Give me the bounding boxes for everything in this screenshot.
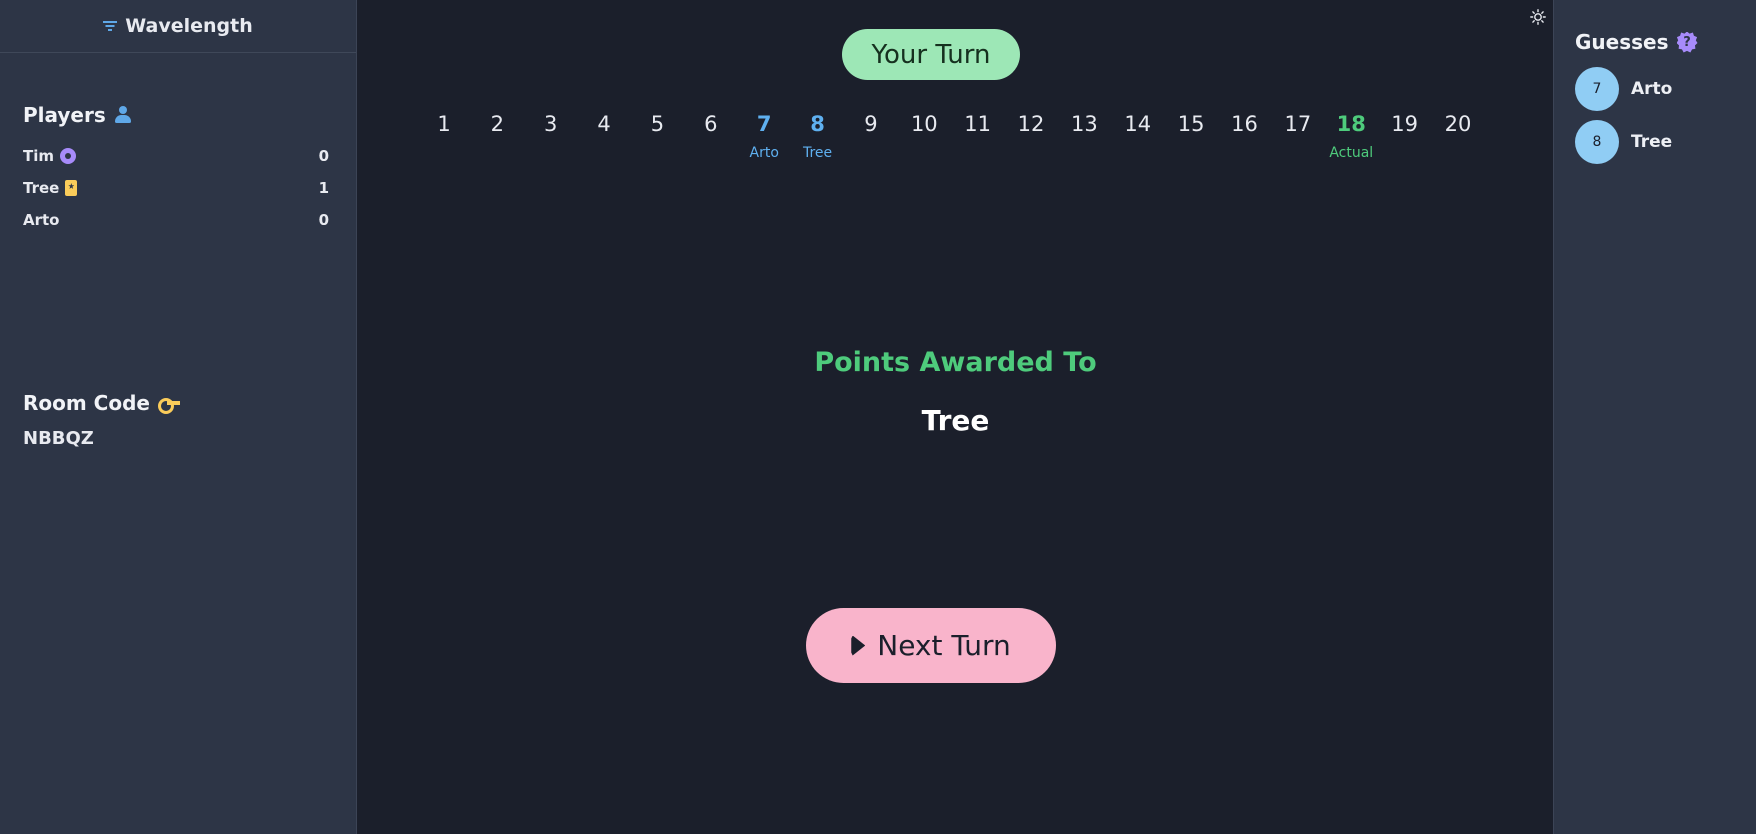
theme-toggle-sun-icon[interactable] [1530, 9, 1546, 25]
scale-number-14[interactable]: 14 [1114, 112, 1162, 136]
scale-number-13[interactable]: 13 [1060, 112, 1108, 136]
player-score: 0 [318, 211, 329, 229]
bookmark-star-icon [65, 180, 78, 196]
players-list: Tim 0 Tree 1 Arto 0 [23, 140, 329, 236]
next-turn-label: Next Turn [877, 629, 1011, 662]
scale-number-3[interactable]: 3 [527, 112, 575, 136]
scale-number-16[interactable]: 16 [1221, 112, 1269, 136]
scale-number-label: 2 [490, 112, 505, 136]
scale-number-label: 18 [1336, 112, 1366, 136]
scale-number-1[interactable]: 1 [420, 112, 468, 136]
scale-number-label: 1 [437, 112, 451, 136]
guess-value-badge: 7 [1575, 67, 1619, 111]
number-scale: 1 2 3 4 5 6 7 Arto 8 Tree 9 10 11 12 13 14 15 16 17 18 Actua… [358, 112, 1553, 182]
guesses-panel: Guesses ? 7 Arto 8 Tree [1553, 0, 1756, 834]
player-row-arto: Arto 0 [23, 204, 329, 236]
game-area: Your Turn 1 2 3 4 5 6 7 Arto 8 Tree 9 10 11 12 13 14 15 1… [358, 0, 1553, 834]
scale-number-label: 16 [1231, 112, 1258, 136]
scale-marker-tag: Actual [1329, 145, 1374, 161]
player-score: 0 [318, 147, 329, 165]
next-turn-button[interactable]: Next Turn [806, 608, 1056, 683]
guesses-title: Guesses [1575, 30, 1669, 54]
scale-number-label: 4 [597, 112, 611, 136]
scale-number-label: 10 [910, 112, 938, 136]
question-badge-icon: ? [1676, 31, 1698, 53]
player-name: Arto [23, 211, 60, 229]
player-row-tree: Tree 1 [23, 172, 329, 204]
play-icon [851, 635, 866, 656]
wave-filter-icon [103, 20, 118, 32]
scale-number-label: 20 [1444, 112, 1472, 136]
scale-number-4[interactable]: 4 [580, 112, 628, 136]
scale-number-15[interactable]: 15 [1167, 112, 1215, 136]
scale-number-7[interactable]: 7 Arto [740, 112, 788, 161]
scale-number-11[interactable]: 11 [954, 112, 1002, 136]
key-icon [157, 398, 180, 414]
points-awarded-winner: Tree [921, 404, 990, 437]
scale-number-label: 3 [544, 112, 558, 136]
scale-number-18[interactable]: 18 Actual [1327, 112, 1375, 161]
scale-number-label: 13 [1071, 112, 1098, 136]
scale-marker-tag: Arto [749, 145, 779, 161]
guesses-heading: Guesses ? [1575, 30, 1698, 54]
room-code-title: Room Code [23, 391, 150, 415]
guess-player-name: Tree [1631, 132, 1673, 152]
scale-number-label: 8 [810, 112, 825, 136]
scale-marker-tag: Tree [802, 145, 833, 161]
player-name: Tim [23, 147, 55, 165]
players-heading: Players [23, 103, 132, 127]
scale-number-label: 19 [1391, 112, 1418, 136]
scale-number-label: 12 [1017, 112, 1045, 136]
guess-list: 7 Arto 8 Tree [1575, 67, 1672, 173]
room-code-heading: Room Code [23, 391, 180, 415]
guess-item: 7 Arto [1575, 67, 1672, 111]
room-code-value: NBBQZ [23, 428, 94, 449]
player-name-wrap: Tim [23, 147, 77, 165]
player-score: 1 [318, 179, 329, 197]
guess-value-badge: 8 [1575, 120, 1619, 164]
scale-number-label: 17 [1284, 112, 1312, 136]
scale-number-label: 7 [756, 112, 772, 136]
scale-number-19[interactable]: 19 [1381, 112, 1429, 136]
turn-indicator: Your Turn [842, 29, 1020, 80]
scale-number-label: 9 [864, 112, 878, 136]
left-sidebar: Wavelength Players Tim 0 Tree 1 Arto 0 R… [0, 0, 357, 834]
scale-number-6[interactable]: 6 [687, 112, 735, 136]
scale-number-10[interactable]: 10 [900, 112, 948, 136]
scale-number-2[interactable]: 2 [473, 112, 521, 136]
guess-player-name: Arto [1631, 79, 1673, 99]
scale-number-label: 15 [1177, 112, 1205, 136]
scale-number-9[interactable]: 9 [847, 112, 895, 136]
player-name-wrap: Arto [23, 211, 59, 229]
brand-header[interactable]: Wavelength [0, 0, 356, 53]
person-icon [114, 106, 132, 124]
player-name-wrap: Tree [23, 179, 78, 197]
scale-number-label: 14 [1124, 112, 1152, 136]
scale-number-8[interactable]: 8 Tree [794, 112, 842, 161]
player-row-tim: Tim 0 [23, 140, 329, 172]
scale-number-label: 11 [964, 112, 992, 136]
scale-number-label: 5 [650, 112, 665, 136]
players-title: Players [23, 103, 106, 127]
player-name: Tree [23, 179, 60, 197]
app-root: Wavelength Players Tim 0 Tree 1 Arto 0 R… [0, 0, 1756, 834]
guess-item: 8 Tree [1575, 120, 1672, 164]
scale-number-17[interactable]: 17 [1274, 112, 1322, 136]
scale-number-5[interactable]: 5 [633, 112, 681, 136]
app-title: Wavelength [125, 15, 253, 37]
scale-number-20[interactable]: 20 [1434, 112, 1482, 136]
target-icon [60, 148, 77, 164]
points-awarded-label: Points Awarded To [814, 347, 1097, 378]
scale-number-12[interactable]: 12 [1007, 112, 1055, 136]
scale-number-label: 6 [704, 112, 718, 136]
